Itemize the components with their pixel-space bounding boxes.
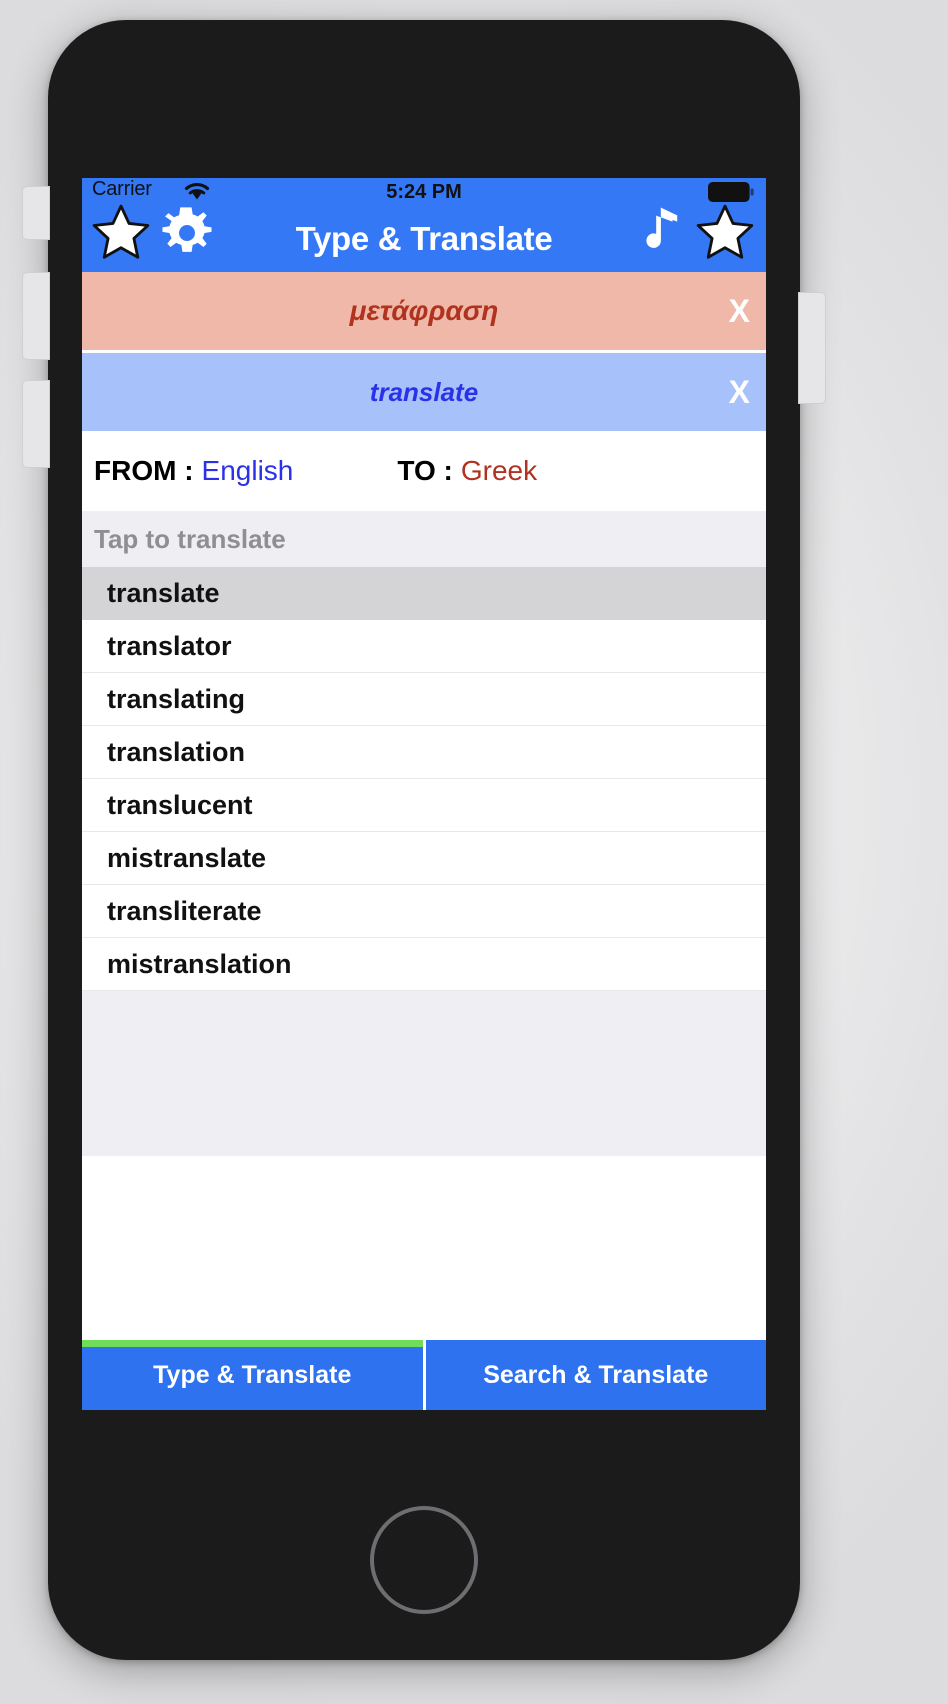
tab-type-translate[interactable]: Type & Translate	[82, 1340, 426, 1410]
settings-gear-icon[interactable]	[158, 204, 216, 262]
home-button[interactable]	[370, 1506, 478, 1614]
nav-right-icons	[636, 202, 756, 264]
list-item-label: mistranslation	[107, 948, 292, 979]
nav-bar: Type & Translate	[82, 204, 766, 272]
list-item-label: mistranslate	[107, 842, 267, 873]
source-translation-text: translate	[369, 376, 479, 407]
phone-device: Carrier 5:24 PM Type & Translate μετάφρα…	[22, 20, 826, 1660]
language-selector-row: FROM : English TO : Greek	[82, 431, 766, 511]
from-label: FROM :	[94, 455, 194, 486]
list-item[interactable]: translate	[82, 567, 766, 620]
bottom-tab-bar: Type & Translate Search & Translate	[82, 1340, 766, 1410]
nav-left-icons	[90, 202, 216, 264]
from-language-selector[interactable]: FROM : English	[94, 455, 293, 487]
close-source-icon[interactable]: X	[729, 376, 750, 408]
target-translation-text: μετάφραση	[349, 295, 499, 326]
to-label: TO :	[397, 455, 453, 486]
list-item[interactable]: mistranslation	[82, 938, 766, 991]
to-language-value[interactable]: Greek	[461, 455, 537, 487]
list-item[interactable]: mistranslate	[82, 832, 766, 885]
phone-screen: Carrier 5:24 PM Type & Translate μετάφρα…	[82, 178, 766, 1410]
to-language-selector[interactable]: TO : Greek	[397, 455, 537, 487]
close-target-icon[interactable]: X	[729, 295, 750, 327]
list-item-label: translating	[107, 683, 246, 714]
page-title: Type & Translate	[295, 220, 553, 257]
tab-search-translate[interactable]: Search & Translate	[425, 1340, 766, 1410]
music-note-icon[interactable]	[636, 204, 680, 262]
power-button[interactable]	[798, 292, 826, 404]
word-suggestion-list: translate translator translating translatio…	[82, 567, 766, 991]
list-item-label: translucent	[107, 789, 253, 820]
list-item-label: transliterate	[107, 895, 262, 926]
tap-to-translate-hint[interactable]: Tap to translate	[82, 511, 766, 567]
volume-down-button[interactable]	[22, 380, 50, 468]
battery-full-icon	[708, 182, 754, 202]
tab-label: Search & Translate	[483, 1360, 709, 1389]
favorites-star-icon[interactable]	[90, 202, 152, 264]
list-item[interactable]: translucent	[82, 779, 766, 832]
source-translation-bar[interactable]: translate X	[82, 350, 766, 431]
target-translation-bar[interactable]: μετάφραση X	[82, 272, 766, 350]
list-item[interactable]: translator	[82, 620, 766, 673]
from-language-value[interactable]: English	[202, 455, 294, 487]
volume-up-button[interactable]	[22, 272, 50, 360]
hint-label: Tap to translate	[94, 523, 286, 554]
status-clock: 5:24 PM	[386, 180, 462, 203]
list-empty-area	[82, 991, 766, 1156]
list-item-label: translator	[107, 630, 232, 661]
list-item[interactable]: transliterate	[82, 885, 766, 938]
active-tab-indicator	[82, 1340, 423, 1347]
tab-label: Type & Translate	[153, 1360, 352, 1389]
list-item-label: translation	[107, 736, 246, 767]
silent-switch[interactable]	[22, 186, 50, 240]
list-item-label: translate	[107, 577, 220, 608]
favorite-star-icon[interactable]	[694, 202, 756, 264]
list-item[interactable]: translation	[82, 726, 766, 779]
list-item[interactable]: translating	[82, 673, 766, 726]
